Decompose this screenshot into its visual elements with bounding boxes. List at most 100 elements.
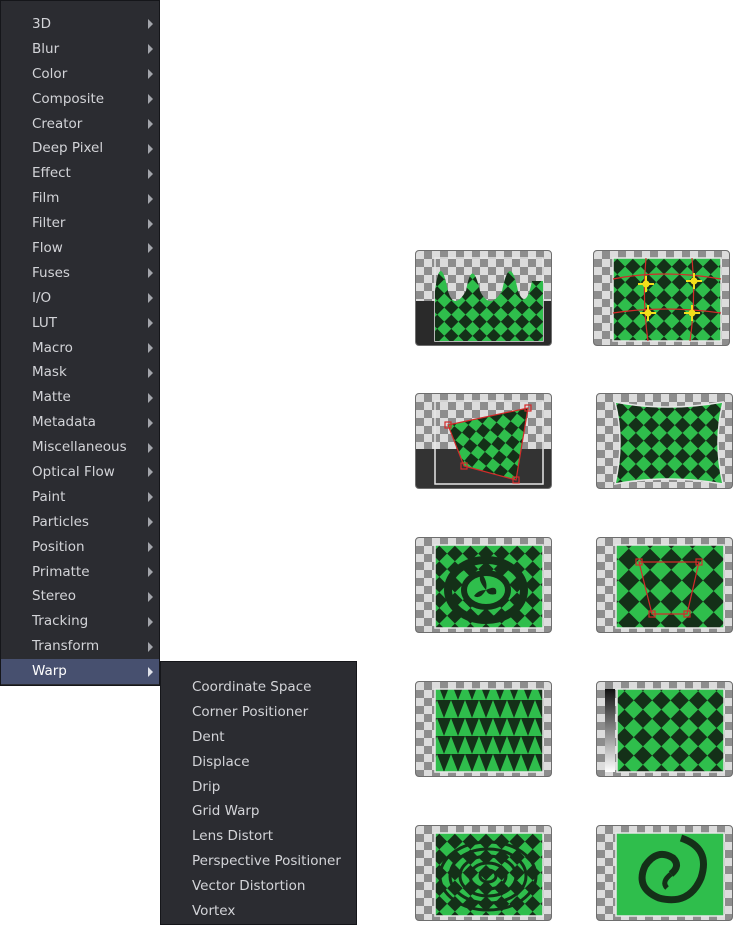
dent-thumbnail bbox=[415, 537, 552, 633]
perspective-positioner-thumbnail bbox=[596, 537, 733, 633]
submenu-arrow-icon bbox=[148, 168, 153, 179]
menu-item-warp[interactable]: Warp bbox=[1, 659, 159, 685]
menu-item-effect[interactable]: Effect bbox=[1, 161, 159, 186]
menu-item-label: Position bbox=[32, 538, 85, 555]
submenu-arrow-icon bbox=[148, 492, 153, 503]
submenu-arrow-icon bbox=[148, 243, 153, 254]
submenu-arrow-icon bbox=[148, 193, 153, 204]
menu-item-label: Optical Flow bbox=[32, 464, 115, 481]
submenu-arrow-icon bbox=[148, 542, 153, 553]
menu-item-label: 3D bbox=[32, 16, 51, 32]
menu-item-label: Composite bbox=[32, 90, 105, 107]
menu-item-lut[interactable]: LUT bbox=[1, 311, 159, 336]
submenu-item-displace[interactable]: Displace bbox=[161, 750, 356, 775]
submenu-arrow-icon bbox=[148, 218, 153, 229]
menu-item-mask[interactable]: Mask bbox=[1, 360, 159, 385]
lens-distort-thumbnail bbox=[596, 393, 733, 489]
menu-item-filter[interactable]: Filter bbox=[1, 211, 159, 236]
submenu-item-vortex[interactable]: Vortex bbox=[161, 899, 356, 924]
submenu-item-coordinate-space[interactable]: Coordinate Space bbox=[161, 675, 356, 700]
menu-item-primatte[interactable]: Primatte bbox=[1, 560, 159, 585]
menu-item-label: Fuses bbox=[32, 264, 70, 281]
menu-item-label: Tracking bbox=[32, 613, 89, 630]
menu-item-fuses[interactable]: Fuses bbox=[1, 261, 159, 286]
menu-item-stereo[interactable]: Stereo bbox=[1, 584, 159, 609]
menu-item-transform[interactable]: Transform bbox=[1, 634, 159, 659]
menu-item-3d[interactable]: 3D bbox=[1, 12, 159, 37]
menu-item-optical-flow[interactable]: Optical Flow bbox=[1, 460, 159, 485]
menu-item-label: Flow bbox=[32, 240, 63, 257]
menu-item-label: Particles bbox=[32, 513, 89, 530]
submenu-arrow-icon bbox=[148, 293, 153, 304]
submenu-arrow-icon bbox=[148, 318, 153, 329]
effects-menu: 3D Blur Color Composite Creator Deep Pix… bbox=[0, 0, 160, 686]
submenu-arrow-icon bbox=[148, 467, 153, 478]
warp-submenu: Coordinate Space Corner Positioner Dent … bbox=[160, 661, 357, 925]
submenu-arrow-icon bbox=[148, 69, 153, 80]
menu-item-label: Creator bbox=[32, 115, 83, 132]
menu-item-label: I/O bbox=[32, 289, 52, 306]
submenu-arrow-icon bbox=[148, 417, 153, 428]
menu-item-miscellaneous[interactable]: Miscellaneous bbox=[1, 435, 159, 460]
menu-item-flow[interactable]: Flow bbox=[1, 236, 159, 261]
submenu-arrow-icon bbox=[148, 119, 153, 129]
submenu-arrow-icon bbox=[148, 641, 153, 652]
menu-item-paint[interactable]: Paint bbox=[1, 485, 159, 510]
menu-item-label: Effect bbox=[32, 165, 71, 182]
menu-item-label: Primatte bbox=[32, 563, 90, 580]
menu-item-matte[interactable]: Matte bbox=[1, 385, 159, 410]
menu-item-deep-pixel[interactable]: Deep Pixel bbox=[1, 136, 159, 161]
submenu-arrow-icon bbox=[148, 567, 153, 578]
submenu-item-dent[interactable]: Dent bbox=[161, 725, 356, 750]
vector-distortion-thumbnail bbox=[596, 681, 733, 777]
submenu-item-corner-positioner[interactable]: Corner Positioner bbox=[161, 700, 356, 725]
menu-item-color[interactable]: Color bbox=[1, 62, 159, 87]
menu-item-label: Macro bbox=[32, 339, 73, 356]
submenu-item-drip[interactable]: Drip bbox=[161, 775, 356, 800]
submenu-arrow-icon bbox=[148, 616, 153, 627]
menu-item-label: Metadata bbox=[32, 414, 96, 431]
menu-item-label: Mask bbox=[32, 364, 67, 381]
corner-positioner-thumbnail bbox=[415, 393, 552, 489]
menu-item-creator[interactable]: Creator bbox=[1, 112, 159, 137]
menu-item-label: Matte bbox=[32, 389, 71, 406]
submenu-item-grid-warp[interactable]: Grid Warp bbox=[161, 799, 356, 824]
drip-thumbnail bbox=[415, 825, 552, 921]
submenu-arrow-icon bbox=[148, 442, 153, 453]
menu-item-film[interactable]: Film bbox=[1, 186, 159, 211]
menu-item-metadata[interactable]: Metadata bbox=[1, 410, 159, 435]
submenu-arrow-icon bbox=[148, 268, 153, 279]
submenu-arrow-icon bbox=[148, 591, 153, 602]
menu-item-blur[interactable]: Blur bbox=[1, 37, 159, 62]
submenu-arrow-icon bbox=[148, 44, 153, 55]
grid-warp-thumbnail bbox=[593, 250, 730, 346]
vortex-thumbnail bbox=[596, 825, 733, 921]
submenu-arrow-icon bbox=[148, 94, 153, 105]
menu-item-label: LUT bbox=[32, 314, 57, 331]
menu-item-position[interactable]: Position bbox=[1, 535, 159, 560]
menu-item-label: Transform bbox=[32, 638, 100, 655]
submenu-arrow-icon bbox=[148, 367, 153, 378]
submenu-item-lens-distort[interactable]: Lens Distort bbox=[161, 824, 356, 849]
submenu-arrow-icon bbox=[148, 392, 153, 403]
submenu-arrow-icon bbox=[148, 343, 153, 354]
submenu-item-perspective-positioner[interactable]: Perspective Positioner bbox=[161, 849, 356, 874]
menu-item-label: Warp bbox=[32, 663, 67, 680]
menu-item-label: Miscellaneous bbox=[32, 439, 127, 456]
submenu-arrow-icon bbox=[148, 19, 153, 30]
submenu-arrow-icon bbox=[148, 143, 153, 154]
menu-item-tracking[interactable]: Tracking bbox=[1, 609, 159, 634]
coordinate-space-thumbnail bbox=[415, 250, 552, 346]
menu-item-particles[interactable]: Particles bbox=[1, 510, 159, 535]
menu-item-label: Color bbox=[32, 65, 68, 82]
menu-item-macro[interactable]: Macro bbox=[1, 336, 159, 361]
menu-item-io[interactable]: I/O bbox=[1, 286, 159, 311]
menu-item-label: Filter bbox=[32, 215, 66, 232]
menu-item-label: Blur bbox=[32, 40, 60, 57]
submenu-item-vector-distortion[interactable]: Vector Distortion bbox=[161, 874, 356, 899]
menu-item-label: Paint bbox=[32, 488, 66, 505]
submenu-arrow-icon bbox=[148, 517, 153, 528]
menu-item-label: Deep Pixel bbox=[32, 140, 104, 157]
menu-item-composite[interactable]: Composite bbox=[1, 87, 159, 112]
menu-item-label: Film bbox=[32, 190, 60, 207]
